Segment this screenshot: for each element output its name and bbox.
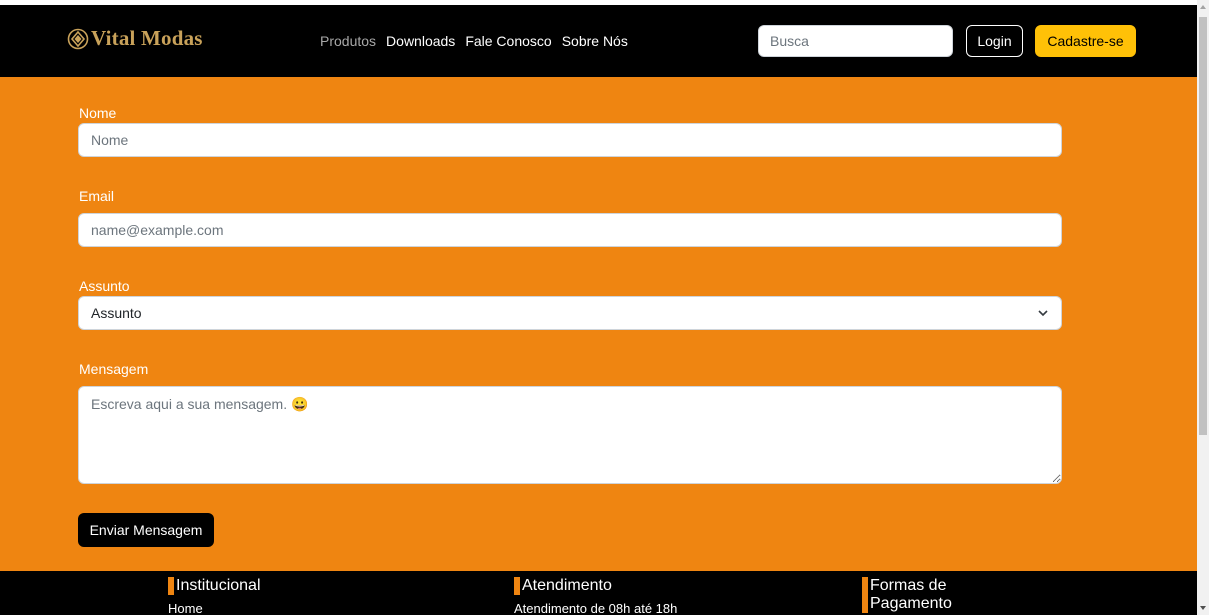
footer-col-atendimento: Atendimento Atendimento de 08h até 18h xyxy=(514,577,677,616)
name-label: Nome xyxy=(79,105,117,121)
chevron-down-icon xyxy=(1038,310,1048,317)
message-label: Mensagem xyxy=(79,361,149,377)
main-nav: Produtos Downloads Fale Conosco Sobre Nó… xyxy=(320,33,638,49)
email-label: Email xyxy=(79,188,115,204)
footer-col-pagamento: Formas de Pagamento xyxy=(862,577,972,613)
search-input[interactable] xyxy=(758,25,953,57)
nav-downloads[interactable]: Downloads xyxy=(386,33,455,49)
footer-heading: Formas de Pagamento xyxy=(862,577,972,613)
send-message-button[interactable]: Enviar Mensagem xyxy=(78,513,214,547)
nav-fale-conosco[interactable]: Fale Conosco xyxy=(465,33,551,49)
footer-hours-text: Atendimento de 08h até 18h xyxy=(514,601,678,616)
footer-heading: Institucional xyxy=(168,577,261,595)
nav-sobre-nos[interactable]: Sobre Nós xyxy=(562,33,628,49)
subject-select[interactable]: Assunto xyxy=(78,296,1062,330)
footer-heading: Atendimento xyxy=(514,577,677,595)
subject-label: Assunto xyxy=(79,278,130,294)
scroll-thumb[interactable] xyxy=(1199,17,1207,435)
subject-selected-value: Assunto xyxy=(91,305,142,321)
signup-button[interactable]: Cadastre-se xyxy=(1035,25,1136,57)
footer-col-institucional: Institucional Home xyxy=(168,577,261,616)
message-textarea[interactable] xyxy=(78,386,1062,484)
footer-link-home[interactable]: Home xyxy=(168,601,261,616)
brand-name: Vital Modas xyxy=(91,26,203,50)
footer: Institucional Home Atendimento Atendimen… xyxy=(0,571,1197,616)
nav-produtos[interactable]: Produtos xyxy=(320,33,376,49)
navbar: Vital Modas Produtos Downloads Fale Cono… xyxy=(0,5,1197,77)
login-button[interactable]: Login xyxy=(966,25,1023,57)
scroll-up-arrow[interactable] xyxy=(1200,5,1206,9)
page-scrollbar[interactable] xyxy=(1197,0,1209,615)
name-input[interactable] xyxy=(78,123,1062,157)
email-input[interactable] xyxy=(78,213,1062,247)
diamond-icon xyxy=(67,28,89,49)
brand-logo[interactable]: Vital Modas xyxy=(67,26,203,51)
contact-form: Nome Email Assunto Assunto Mensagem Envi… xyxy=(0,77,1197,571)
scroll-down-arrow[interactable] xyxy=(1200,606,1206,610)
